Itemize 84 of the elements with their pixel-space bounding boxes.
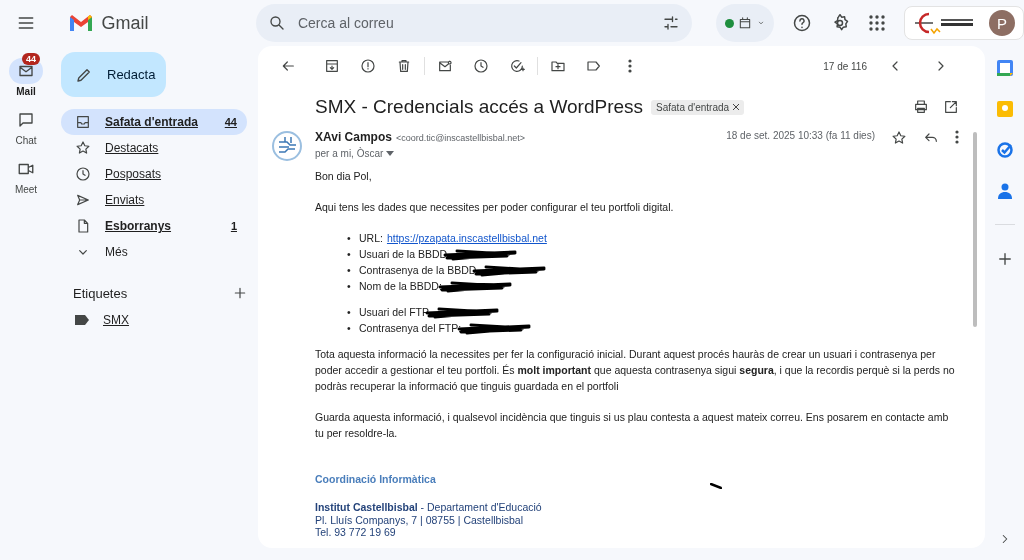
folder-count: 1	[230, 220, 237, 232]
bullet: •	[347, 247, 352, 262]
list-item-text: Usuari del FTP	[359, 305, 430, 320]
bullet: •	[347, 305, 352, 320]
close-icon[interactable]	[733, 104, 740, 110]
signature-title: Coordinació Informàtica	[315, 472, 436, 487]
gmail-logo-icon	[67, 13, 94, 33]
list-item-text: Nom de la BBDD:	[359, 279, 442, 294]
app-name: Gmail	[101, 12, 149, 34]
document-icon	[75, 218, 91, 234]
body-paragraph: Aqui tens les dades que necessites per poder configurar el teu portfoli digital.	[315, 200, 675, 215]
clock-icon	[75, 166, 91, 182]
send-icon	[75, 192, 91, 208]
archive-icon	[324, 58, 340, 74]
email-date: 18 de set. 2025 10:33 (fa 11 dies)	[726, 130, 875, 141]
chat-icon	[17, 111, 35, 129]
recipients-text: per a mi, Òscar	[315, 148, 384, 159]
tasks-app-icon[interactable]	[996, 142, 1013, 158]
status-dot-icon	[724, 18, 734, 28]
folder-tag[interactable]: Safata d'entrada	[651, 99, 745, 115]
label-item[interactable]: SMX	[52, 307, 258, 333]
folder-item[interactable]: Safata d'entrada 44	[61, 109, 247, 135]
body-paragraph: Guarda aquesta informació, i qualsevol incidència que tinguis si us plau contesta a aquest mateix correu. Ens posarem en contacte amb tu per resoldre-la.	[315, 410, 950, 441]
sender-name: XAvi Campos	[315, 130, 392, 144]
inbox-icon	[75, 114, 91, 130]
folder-item[interactable]: Posposats	[61, 161, 247, 187]
filter-options-icon	[662, 14, 681, 32]
folder-count: 44	[224, 116, 237, 128]
contacts-app-icon[interactable]	[997, 183, 1012, 199]
folder-item[interactable]: Destacats	[61, 135, 247, 161]
mark-unread-icon	[437, 58, 453, 74]
folder-item[interactable]: Esborranys 1	[61, 213, 247, 239]
list-item-text: Usuari de la BBDD	[359, 247, 448, 262]
signature-line: Tel. 93 772 19 69	[315, 526, 397, 539]
bullet: •	[347, 321, 352, 336]
back-icon	[280, 58, 296, 74]
scrollbar-thumb[interactable]	[973, 132, 977, 327]
sender-email: <coord.tic@inscastellbisbal.net>	[395, 133, 526, 143]
more-icon[interactable]	[955, 130, 959, 144]
folder-item[interactable]: Enviats	[61, 187, 247, 213]
pen-mark	[710, 483, 722, 489]
more-icon[interactable]	[628, 59, 632, 73]
signature-line: Institut Castellbisbal - Departament d'Educació	[315, 501, 543, 514]
report-icon	[360, 58, 376, 74]
section-title: Etiquetes	[73, 285, 128, 301]
greeting-text: Bon dia Pol,	[315, 169, 373, 184]
caret-icon[interactable]	[386, 151, 395, 156]
pager-text: 17 de 116	[823, 60, 867, 72]
rail-tab[interactable]: Chat	[9, 107, 43, 146]
delete-icon	[396, 58, 412, 74]
list-item-text: Contrasenya del FTP:	[359, 321, 462, 336]
add-icon	[232, 285, 248, 301]
account-avatar[interactable]: P	[989, 10, 1015, 36]
calendar-icon	[737, 16, 752, 30]
sender-avatar-icon	[271, 130, 303, 162]
unread-badge: 44	[22, 53, 40, 65]
email-subject: SMX - Credencials accés a WordPress	[315, 96, 644, 118]
folder-item[interactable]: Més	[61, 239, 247, 265]
body-paragraph: Tota aquesta informació la necessites per fer la configuració inicial. Durant aquest procés hauràs de crear un usuari i contrasenya per poder accedir a gestionar el teu portfoli. És molt important que aquesta contrasenya sigui segura, i que la recordis perquè si la perds no podràs recuperar la informació que tinguis guardada en el portfoli	[315, 347, 955, 394]
status-button[interactable]	[716, 4, 774, 42]
calendar-app-icon[interactable]	[996, 60, 1013, 76]
add-task-icon	[509, 58, 525, 74]
search-input[interactable]: Cerca al correu	[295, 14, 653, 32]
apps-grid-icon[interactable]	[868, 14, 886, 32]
search-icon	[267, 14, 286, 32]
star-icon	[75, 140, 91, 156]
list-item-text: Contrasenya de la BBDD	[359, 263, 477, 278]
search-field[interactable]: Cerca al correu	[255, 4, 693, 42]
open-in-new-window-icon	[943, 99, 959, 115]
bullet: •	[347, 231, 352, 246]
star-icon	[891, 130, 907, 146]
print-icon	[913, 99, 929, 115]
label-icon	[586, 58, 602, 74]
help-icon	[792, 13, 812, 33]
signature-line: Pl. Lluís Companys, 7 | 08755 | Castellbisbal	[315, 513, 524, 526]
clock-icon	[473, 58, 489, 74]
rail-tab[interactable]: Meet	[9, 156, 43, 195]
url-link[interactable]: https://pzapata.inscastellbisbal.net	[386, 230, 547, 246]
label-icon	[75, 315, 89, 325]
compose-button[interactable]: Redacta	[61, 52, 166, 97]
bullet: •	[347, 263, 352, 278]
move-to-folder-icon	[550, 58, 566, 74]
bullet: •	[347, 279, 352, 294]
list-item-text: URL:	[359, 231, 383, 246]
